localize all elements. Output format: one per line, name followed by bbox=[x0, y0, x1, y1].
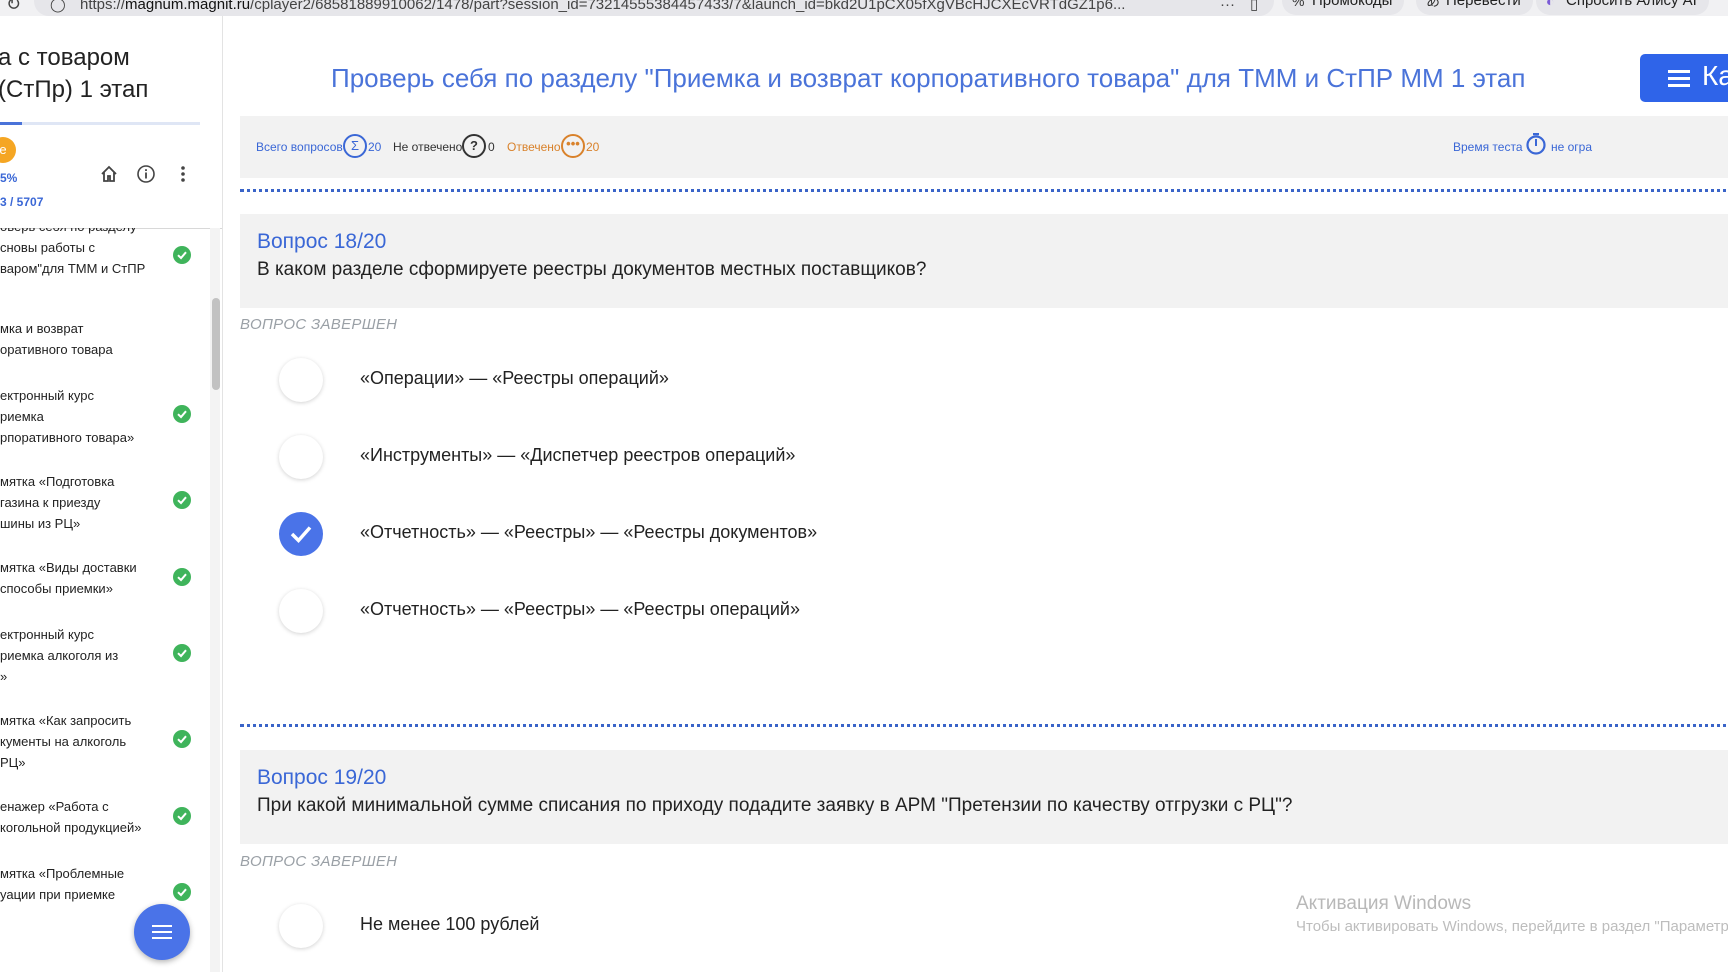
check-icon bbox=[173, 644, 191, 662]
translate-button[interactable]: あ Перевести bbox=[1416, 0, 1533, 15]
test-time-value: не огра bbox=[1551, 140, 1593, 154]
radio-button[interactable] bbox=[279, 589, 323, 633]
timer-icon bbox=[1525, 132, 1547, 155]
course-progress-track bbox=[0, 122, 200, 125]
more-icon[interactable]: ··· bbox=[1220, 0, 1235, 13]
sigma-icon: Σ bbox=[343, 134, 367, 158]
answer-option[interactable]: «Отчетность» — «Реестры» — «Реестры доку… bbox=[223, 510, 1723, 562]
score-value: 3 / 5707 bbox=[0, 195, 44, 209]
radio-button-checked[interactable] bbox=[279, 512, 323, 556]
sidebar-item-label: мятка «Как запросить кументы на алкоголь… bbox=[0, 713, 132, 770]
percent-icon: % bbox=[1292, 0, 1305, 9]
promo-button[interactable]: % Промокоды bbox=[1282, 0, 1405, 15]
total-questions-label: Всего вопросов bbox=[256, 140, 343, 154]
radio-button[interactable] bbox=[279, 358, 323, 402]
check-icon bbox=[173, 246, 191, 264]
answer-option-label: «Операции» — «Реестры операций» bbox=[360, 368, 669, 388]
radio-button[interactable] bbox=[279, 904, 323, 948]
course-progress-bar bbox=[0, 122, 22, 125]
quiz-stats-bar: Всего вопросов Σ 20 Не отвечено ? 0 Отве… bbox=[240, 116, 1728, 178]
question-card: Вопрос 18/20 В каком разделе сформируете… bbox=[240, 214, 1728, 308]
answer-option[interactable]: «Операции» — «Реестры операций» bbox=[223, 356, 1723, 408]
url-text[interactable]: https://magnum.magnit.ru/cplayer2/685818… bbox=[80, 0, 1125, 13]
translate-icon: あ bbox=[1426, 0, 1440, 9]
bookmark-icon[interactable]: ▯ bbox=[1250, 0, 1258, 13]
section-divider bbox=[240, 189, 1728, 192]
sidebar-item-label: енажер «Работа с когольной продукцией» bbox=[0, 799, 142, 835]
reload-icon[interactable]: ↻ bbox=[6, 0, 21, 15]
checkmark-icon bbox=[290, 526, 312, 544]
more-vert-icon[interactable] bbox=[172, 164, 194, 186]
home-icon[interactable] bbox=[98, 164, 120, 186]
question-icon: ? bbox=[462, 134, 486, 158]
question-text: При какой минимальной сумме списания по … bbox=[257, 795, 1293, 816]
sidebar-item-label: оверь себя по разделу сновы работы с вар… bbox=[0, 228, 146, 276]
check-icon bbox=[173, 883, 191, 901]
dots-icon: ••• bbox=[561, 134, 585, 158]
content-menu-label: Ка bbox=[1702, 60, 1728, 91]
sidebar-item-label: ектронный курс риемка алкоголя из » bbox=[0, 627, 119, 684]
answer-option-label: Не менее 100 рублей bbox=[360, 914, 540, 934]
progress-percent: 5% bbox=[0, 171, 18, 185]
answered-label: Отвечено bbox=[507, 140, 561, 154]
sidebar-item-label: мятка «Подготовка газина к приезду шины … bbox=[0, 474, 115, 531]
sidebar-scrollbar-thumb[interactable] bbox=[212, 298, 220, 390]
answer-option-label: «Отчетность» — «Реестры» — «Реестры доку… bbox=[360, 522, 818, 542]
question-text: В каком разделе сформируете реестры доку… bbox=[257, 259, 927, 280]
ask-alice-button[interactable]: ◐ Спросить Алису AI bbox=[1536, 0, 1709, 15]
check-icon bbox=[173, 807, 191, 825]
windows-activation-text: Чтобы активировать Windows, перейдите в … bbox=[1296, 918, 1728, 935]
check-icon bbox=[173, 491, 191, 509]
answer-option[interactable]: «Отчетность» — «Реестры» — «Реестры опер… bbox=[223, 587, 1723, 639]
windows-activation-title: Активация Windows bbox=[1296, 893, 1472, 914]
question-number: Вопрос 18/20 bbox=[257, 230, 387, 253]
answered-value: 20 bbox=[586, 140, 600, 154]
sidebar-item-label: мятка «Проблемные уации при приемке bbox=[0, 866, 125, 902]
answer-option-label: «Инструменты» — «Диспетчер реестров опер… bbox=[360, 445, 796, 465]
sidebar-item-label: мка и возврат оративного товара bbox=[0, 321, 113, 357]
radio-button[interactable] bbox=[279, 435, 323, 479]
question-card: Вопрос 19/20 При какой минимальной сумме… bbox=[240, 750, 1728, 844]
sidebar-item-label: ектронный курс риемка рпоративного товар… bbox=[0, 388, 135, 445]
course-item-list: оверь себя по разделу сновы работы с вар… bbox=[0, 228, 210, 972]
total-questions-value: 20 bbox=[368, 140, 382, 154]
question-number: Вопрос 19/20 bbox=[257, 766, 387, 789]
section-divider bbox=[240, 724, 1728, 727]
info-icon[interactable] bbox=[135, 164, 157, 186]
sidebar-item-label: мятка «Виды доставки способы приемки» bbox=[0, 560, 137, 596]
check-icon bbox=[173, 405, 191, 423]
quiz-main: Проверь себя по разделу "Приемка и возвр… bbox=[223, 16, 1728, 972]
answer-option-label: «Отчетность» — «Реестры» — «Реестры опер… bbox=[360, 599, 800, 619]
check-icon bbox=[173, 730, 191, 748]
menu-fab-button[interactable] bbox=[134, 904, 190, 960]
shield-icon[interactable]: ◯ bbox=[50, 0, 66, 13]
course-sidebar: а с товаром (СтПр) 1 этап е 5% 3 / 5707 … bbox=[0, 16, 223, 972]
answer-option[interactable]: «Инструменты» — «Диспетчер реестров опер… bbox=[223, 433, 1723, 485]
unanswered-value: 0 bbox=[488, 140, 495, 154]
unanswered-label: Не отвечено bbox=[393, 140, 463, 154]
browser-toolbar: ↻ ◯ https://magnum.magnit.ru/cplayer2/68… bbox=[0, 0, 1728, 16]
question-status: ВОПРОС ЗАВЕРШЕН bbox=[240, 316, 398, 333]
question-status: ВОПРОС ЗАВЕРШЕН bbox=[240, 853, 398, 870]
page-title: Проверь себя по разделу "Приемка и возвр… bbox=[331, 63, 1526, 93]
status-badge: е bbox=[0, 137, 16, 163]
check-icon bbox=[173, 568, 191, 586]
course-title: а с товаром (СтПр) 1 этап bbox=[0, 44, 149, 103]
content-menu-button[interactable]: Ка bbox=[1640, 54, 1728, 102]
alice-icon: ◐ bbox=[1546, 0, 1555, 9]
test-time-label: Время теста bbox=[1453, 140, 1523, 154]
